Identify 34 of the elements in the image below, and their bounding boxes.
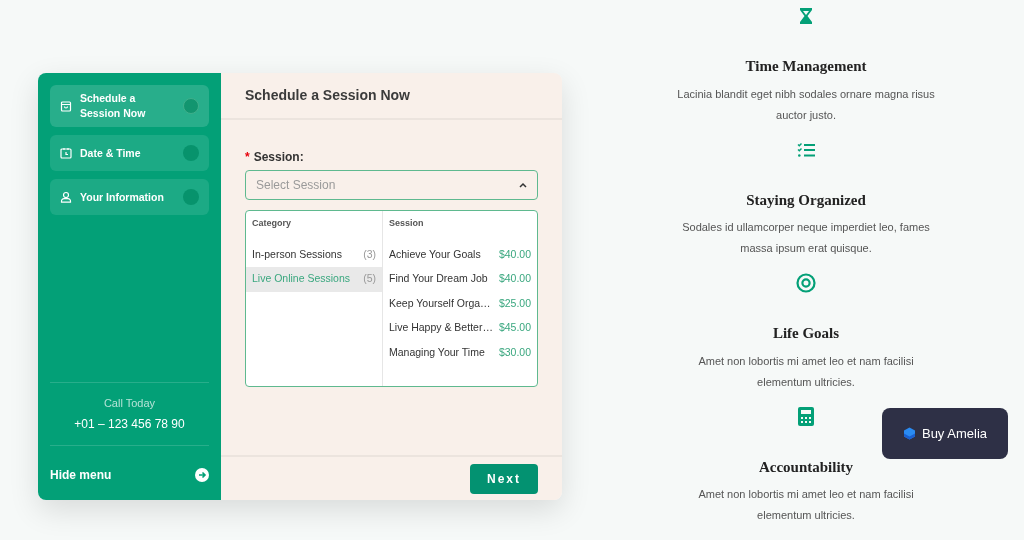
session-item[interactable]: Keep Yourself Orga… $25.00	[383, 291, 537, 316]
feature-title: Accountability	[758, 457, 854, 477]
shopping-bag-icon	[60, 100, 72, 112]
buy-button[interactable]: Buy Amelia	[882, 408, 1008, 459]
session-item[interactable]: Managing Your Time $30.00	[383, 340, 537, 365]
calculator-icon	[798, 407, 814, 426]
call-label: Call Today	[103, 395, 156, 411]
field-label: Session:	[253, 149, 304, 166]
session-item[interactable]: Find Your Dream Job $40.00	[383, 267, 537, 292]
hourglass-icon	[799, 7, 813, 25]
category-item[interactable]: In-person Sessions (3)	[246, 242, 382, 267]
checklist-icon	[797, 141, 815, 158]
feature-description: Amet non lobortis mi amet leo et nam facilisi elementum ultricies.	[697, 487, 915, 523]
phone-number: +01 – 123 456 78 90	[74, 416, 185, 433]
feature-title: Time Management	[745, 57, 867, 76]
arrow-right-icon	[195, 468, 209, 482]
session-item[interactable]: Live Happy & Better… $45.00	[383, 316, 537, 341]
panel-title: Schedule a Session Now	[245, 86, 410, 105]
person-icon	[60, 191, 72, 203]
feature-description: Lacinia blandit eget nibh sodales ornare magna risus auctor justo.	[676, 86, 936, 123]
select-placeholder: Select Session	[256, 177, 336, 194]
feature-description: Amet non lobortis mi amet leo et nam facilisi elementum ultricies.	[697, 353, 915, 390]
caret-icon	[519, 182, 527, 188]
logo-icon	[902, 427, 916, 440]
required-mark: *	[245, 149, 250, 166]
target-icon	[796, 273, 816, 293]
next-button[interactable]: Next	[470, 463, 538, 494]
column-header: Category	[251, 217, 292, 230]
calendar-icon	[60, 147, 72, 159]
feature-description: Sodales id ullamcorper neque imperdiet leo, fames massa ipsum erat quisque.	[681, 220, 931, 256]
feature-title: Staying Organized	[746, 190, 866, 210]
column-header: Session	[388, 217, 425, 230]
session-item[interactable]: Achieve Your Goals $40.00	[383, 242, 537, 267]
feature-title: Life Goals	[772, 324, 840, 343]
